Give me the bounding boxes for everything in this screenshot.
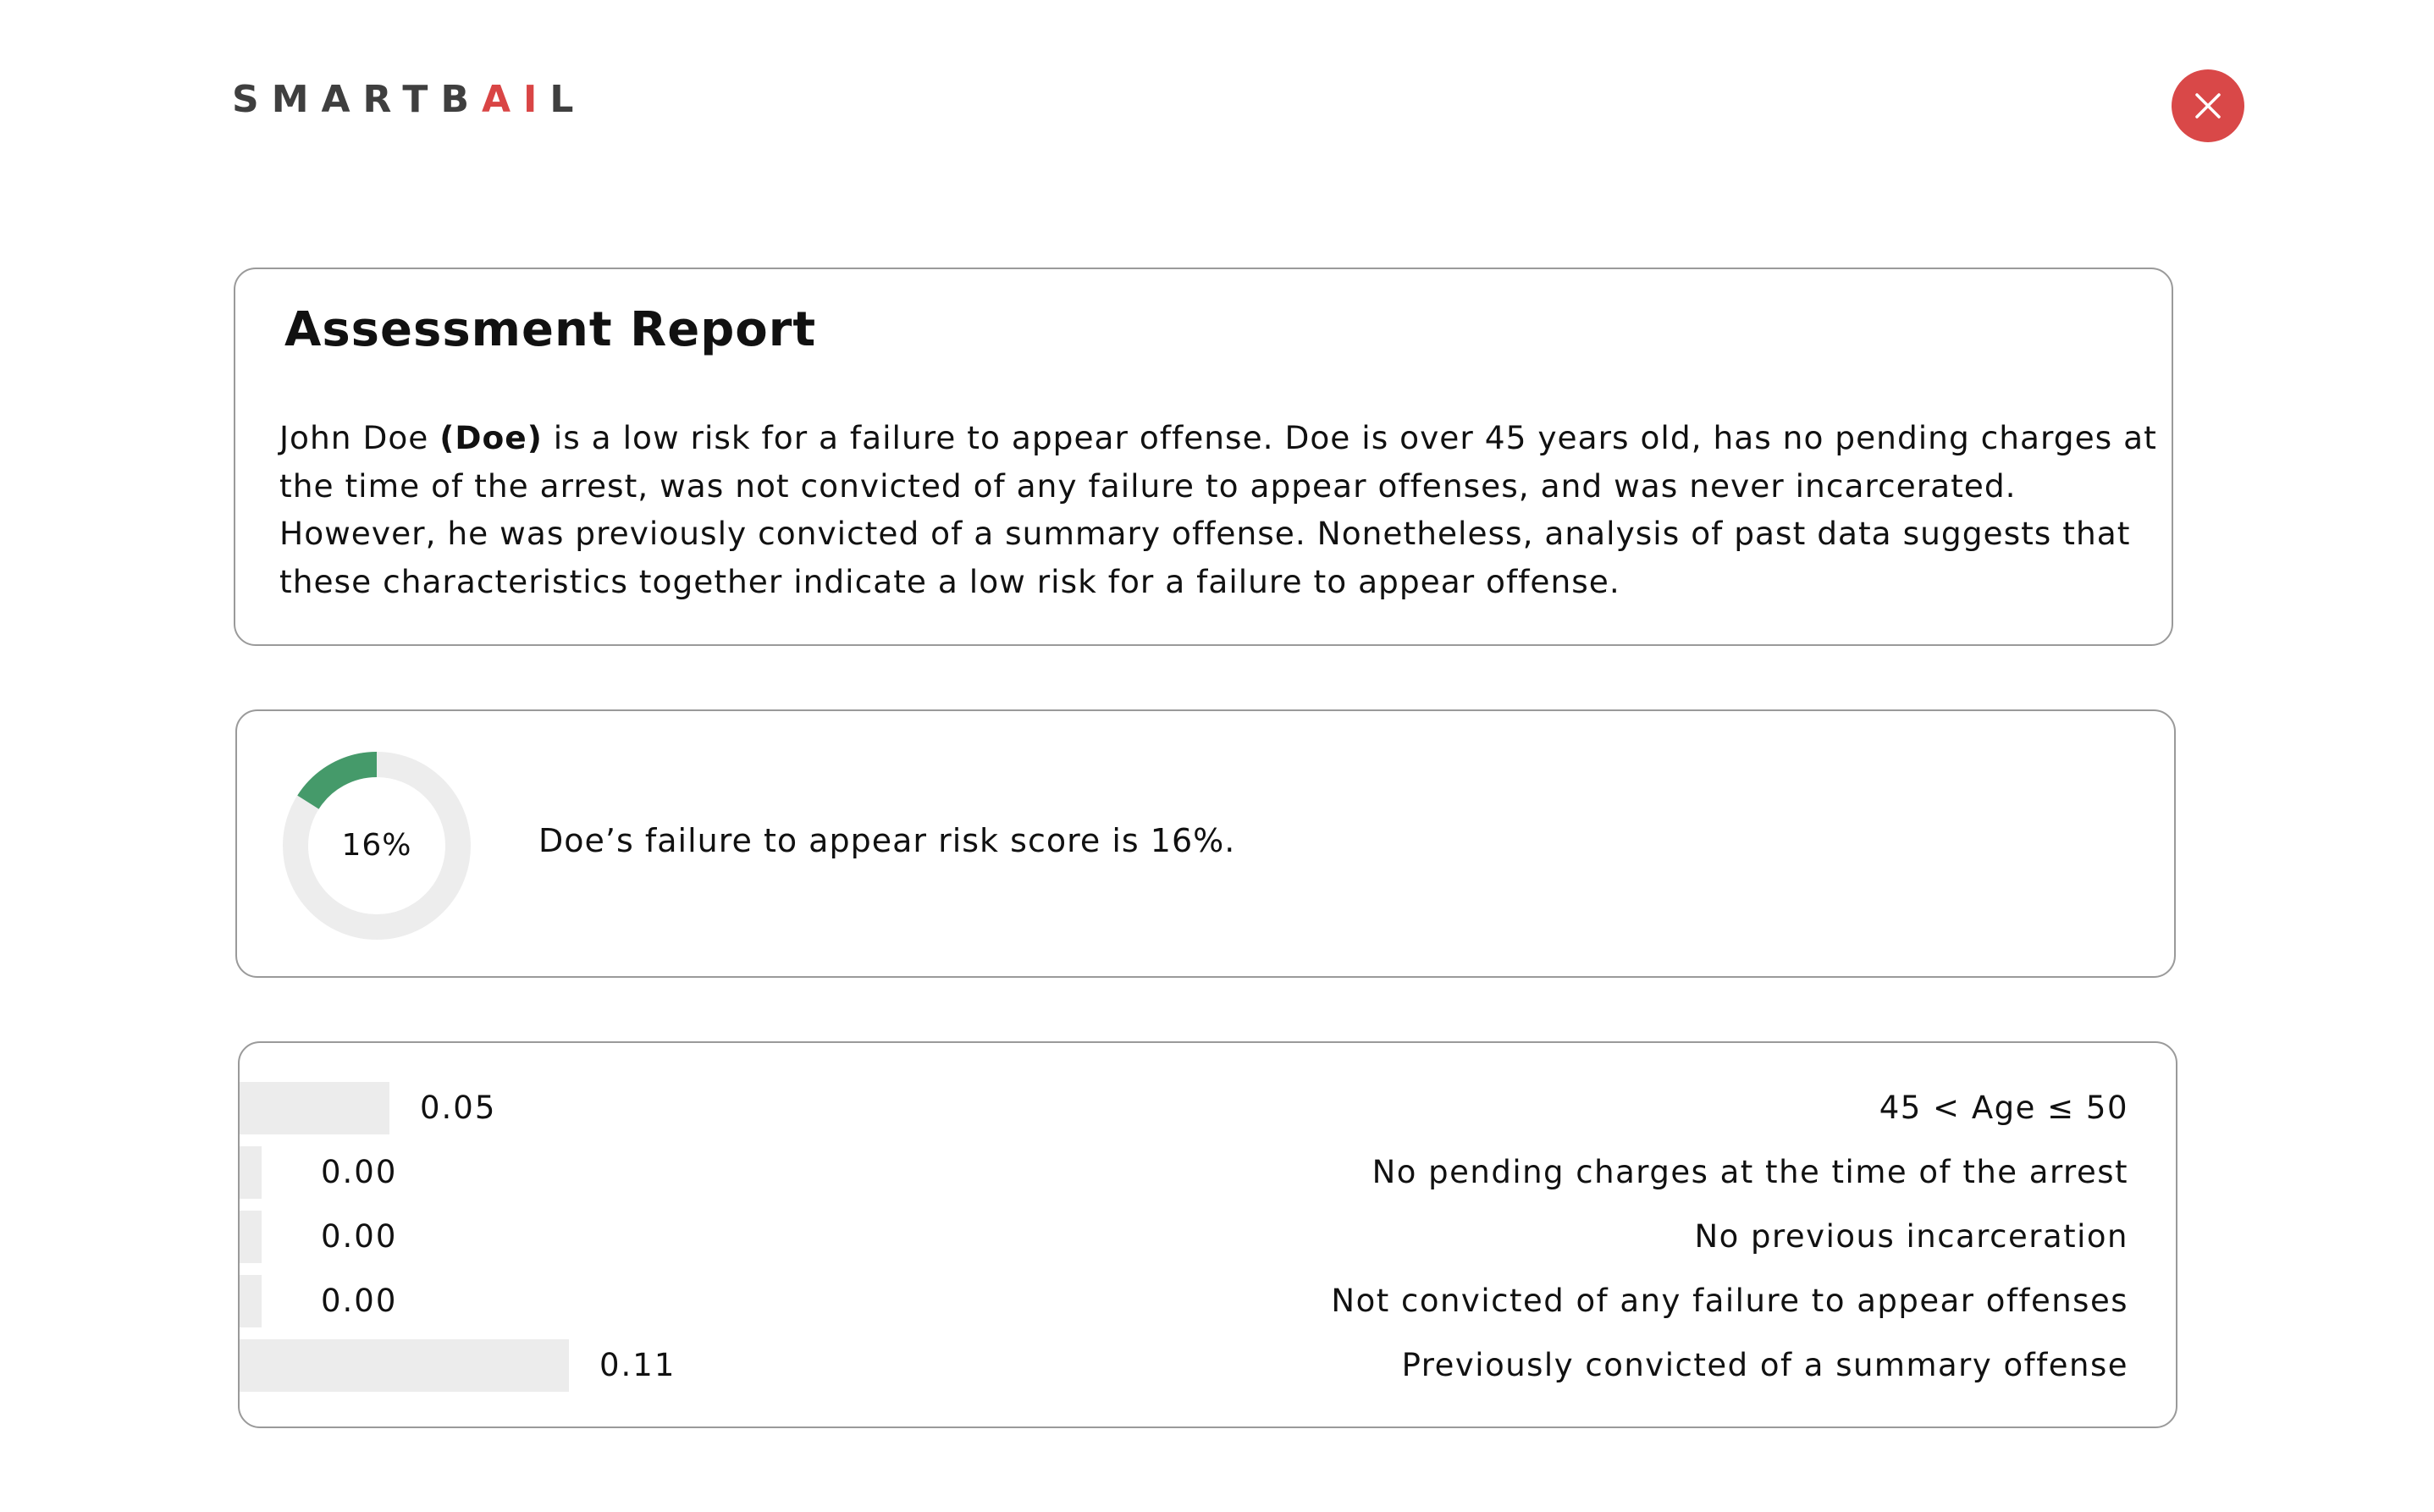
logo-text-prefix: SMARTB [232,78,482,121]
factor-row: 0.05 45 < Age ≤ 50 [240,1082,2176,1134]
factor-bar [240,1146,262,1199]
risk-score-text: Doe’s failure to appear risk score is 16… [538,822,1236,859]
report-line: However, he was previously convicted of … [279,515,2131,552]
report-title: Assessment Report [284,302,817,357]
factor-row: 0.00 No pending charges at the time of t… [240,1146,2176,1199]
assessment-report-card: Assessment Report John Doe (Doe) is a lo… [234,268,2173,646]
factor-contributions-card: 0.05 45 < Age ≤ 50 0.00 No pending charg… [238,1041,2177,1428]
factor-label: Not convicted of any failure to appear o… [1331,1283,2128,1319]
factor-bar [240,1082,389,1134]
report-line-text: John Doe [279,419,440,456]
factor-label: Previously convicted of a summary offens… [1401,1347,2128,1383]
report-line: John Doe (Doe) is a low risk for a failu… [279,414,2156,462]
factor-value: 0.00 [321,1218,398,1255]
factor-value: 0.00 [321,1283,398,1319]
report-line-text: is a low risk for a failure to appear of… [542,419,2157,456]
report-defendant-shortname: (Doe) [439,419,543,456]
factor-value: 0.00 [321,1154,398,1190]
close-button[interactable] [2172,69,2244,142]
smartbail-logo: SMARTBAIL [232,81,586,119]
logo-text-accent: AI [481,78,550,121]
factor-bar [240,1211,262,1263]
report-line: these characteristics together indicate … [279,562,1620,600]
factor-row: 0.00 Not convicted of any failure to app… [240,1275,2176,1327]
factor-value: 0.05 [420,1090,497,1126]
report-summary: John Doe (Doe) is a low risk for a failu… [279,414,2156,605]
factor-value: 0.11 [599,1347,676,1383]
risk-score-gauge: 16% [283,752,471,940]
factor-label: 45 < Age ≤ 50 [1879,1090,2128,1126]
logo-text-suffix: L [549,78,587,121]
factor-label: No pending charges at the time of the ar… [1372,1154,2128,1190]
report-line: the time of the arrest, was not convicte… [279,466,2017,505]
risk-score-card: 16% Doe’s failure to appear risk score i… [235,709,2176,978]
factor-label: No previous incarceration [1694,1218,2128,1255]
factor-bar [240,1275,262,1327]
risk-score-value: 16% [341,828,412,863]
factor-row: 0.00 No previous incarceration [240,1211,2176,1263]
factor-row: 0.11 Previously convicted of a summary o… [240,1339,2176,1392]
factor-bar [240,1339,569,1392]
close-icon [2195,93,2221,119]
